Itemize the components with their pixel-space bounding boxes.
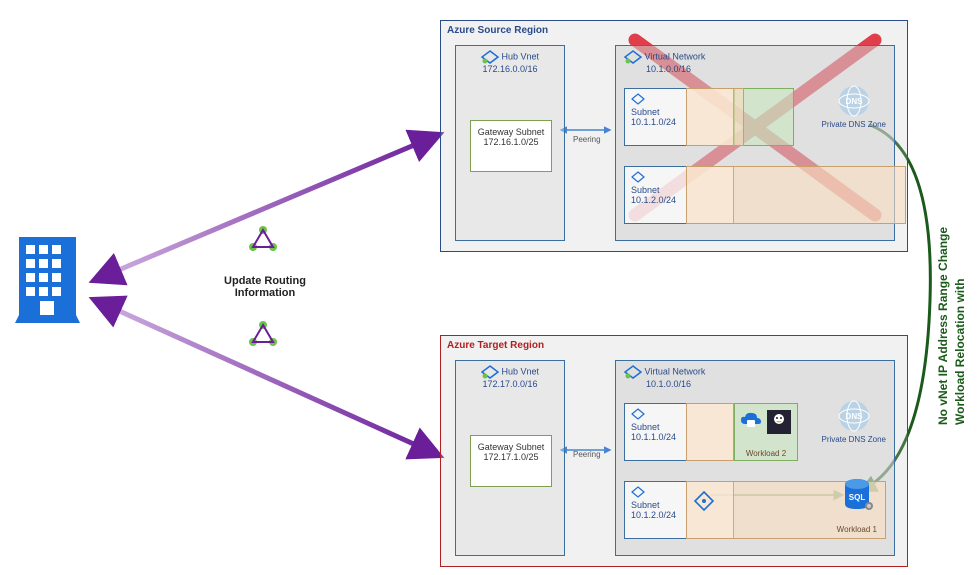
building-icon [15,235,80,327]
source-sub1-name: Subnet [631,107,660,117]
target-gw-cidr: 172.17.1.0/25 [483,452,538,462]
target-sub1-cidr: 10.1.1.0/24 [631,432,676,442]
source-gw-name: Gateway Subnet [478,127,545,137]
target-hub-name: Hub Vnet [501,366,539,376]
target-sub1-name: Subnet [631,422,660,432]
sql-db-icon: SQL [843,478,875,514]
target-vnet-cidr: 10.1.0.0/16 [624,379,691,389]
svg-text:DNS: DNS [845,97,863,106]
target-vnet: Virtual Network 10.1.0.0/16 DNS Private … [615,360,895,556]
svg-text:DNS: DNS [845,412,863,421]
source-vnet-name: Virtual Network [645,51,706,61]
target-workload2-b: Workload 2 [734,403,798,461]
routing-bottom-icon [248,320,278,350]
target-region-title: Azure Target Region [447,340,544,351]
target-wl2-label: Workload 2 [735,449,797,458]
target-sub2-cidr: 10.1.2.0/24 [631,510,676,520]
cloud-app-icon [739,410,763,432]
target-peering-label: Peering [573,450,601,459]
linux-icon [767,410,791,436]
source-region: Azure Source Region Hub Vnet 172.16.0.0/… [440,20,908,252]
relocation-line1: Workload Relocation with [953,165,969,425]
source-gateway-subnet: Gateway Subnet 172.16.1.0/25 [470,120,552,172]
source-region-title: Azure Source Region [447,25,548,36]
source-hub-name: Hub Vnet [501,51,539,61]
routing-label: Update Routing Information [200,275,330,299]
target-hub-vnet: Hub Vnet 172.17.0.0/16 Gateway Subnet 17… [455,360,565,556]
source-sub1-cidr: 10.1.1.0/24 [631,117,676,127]
target-gateway-subnet: Gateway Subnet 172.17.1.0/25 [470,435,552,487]
source-gw-cidr: 172.16.1.0/25 [483,137,538,147]
target-dns: DNS Private DNS Zone [822,399,886,444]
relocation-line2: No vNet IP Address Range Change [936,165,952,425]
target-hub-cidr: 172.17.0.0/16 [482,379,537,389]
source-hub-cidr: 172.16.0.0/16 [482,64,537,74]
arrow-building-to-source [95,135,438,280]
svg-text:SQL: SQL [849,493,866,502]
source-workload2-faded-b [686,88,744,146]
routing-top-icon [248,225,278,255]
source-dns-label: Private DNS Zone [822,120,886,129]
target-vnet-name: Virtual Network [645,366,706,376]
source-dns: DNS Private DNS Zone [822,84,886,129]
source-vnet-cidr: 10.1.0.0/16 [624,64,691,74]
target-sub2-name: Subnet [631,500,660,510]
source-hub-vnet: Hub Vnet 172.16.0.0/16 Gateway Subnet 17… [455,45,565,241]
endpoint-icon [693,490,715,514]
relocation-caption: No vNet IP Address Range Change Workload… [936,165,969,425]
source-workload1-faded [686,166,906,224]
target-region: Azure Target Region Hub Vnet 172.17.0.0/… [440,335,908,567]
target-workload2-a [686,403,734,461]
source-peering-label: Peering [573,135,601,144]
target-dns-label: Private DNS Zone [822,435,886,444]
target-wl1-label: Workload 1 [837,525,877,534]
source-vnet: Virtual Network 10.1.0.0/16 DNS Private … [615,45,895,241]
source-sub2-cidr: 10.1.2.0/24 [631,195,676,205]
target-gw-name: Gateway Subnet [478,442,545,452]
source-sub2-name: Subnet [631,185,660,195]
